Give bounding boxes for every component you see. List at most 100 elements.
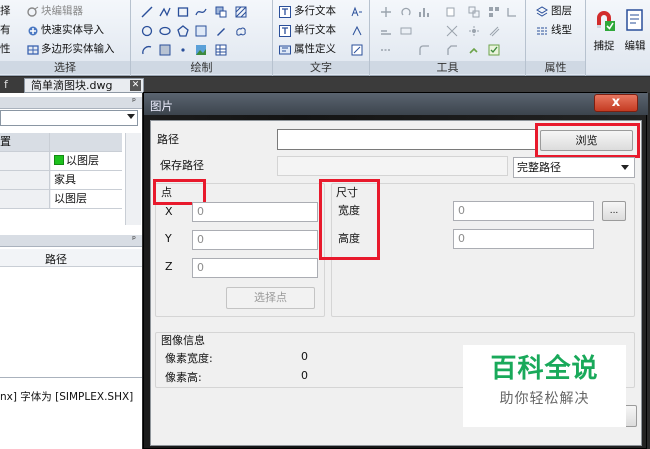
table-icon[interactable] — [215, 44, 227, 56]
gradient-icon[interactable] — [159, 44, 171, 56]
circle-icon[interactable] — [141, 25, 153, 37]
match-props-icon[interactable] — [468, 44, 480, 56]
property-label — [0, 152, 50, 170]
spline-icon[interactable] — [195, 6, 207, 18]
hatch-icon[interactable] — [235, 6, 247, 18]
pixel-height-value: 0 — [301, 369, 308, 382]
properties-scrollbar[interactable] — [125, 133, 141, 225]
ellipsis-button[interactable]: ... — [602, 201, 626, 221]
polygon-icon[interactable] — [177, 25, 189, 37]
height-input[interactable]: 0 — [453, 229, 594, 249]
quick-entity-import-button[interactable]: 快速实体导入 — [41, 24, 104, 37]
chart-icon[interactable] — [418, 6, 430, 18]
document-tab-active[interactable]: 简单滴图块.dwg ✕ — [24, 78, 144, 93]
linetype-button[interactable]: 线型 — [551, 24, 572, 37]
document-tab-label: 简单滴图块.dwg — [31, 79, 113, 92]
offset-icon[interactable] — [488, 25, 500, 37]
trim-icon[interactable] — [446, 25, 458, 37]
command-line[interactable]: nx] 字体为 [SIMPLEX.SHX] — [0, 377, 142, 449]
panel-draw: 绘制 — [131, 0, 273, 76]
save-path-input[interactable] — [277, 156, 508, 176]
ellipse-icon[interactable] — [159, 25, 171, 37]
mtext-icon — [279, 6, 291, 18]
x-input[interactable]: 0 — [192, 202, 318, 222]
xref-list-header: 路径 — [0, 249, 142, 267]
group-icon[interactable] — [488, 44, 500, 56]
property-value[interactable]: 以图层 — [51, 152, 122, 170]
polygon-entity-input-button[interactable]: 多边形实体输入 — [41, 43, 115, 56]
chamfer-icon[interactable] — [446, 44, 458, 56]
ribbon-item-3[interactable]: 性 — [0, 43, 11, 56]
point-icon[interactable] — [177, 44, 189, 56]
path-input[interactable] — [277, 129, 536, 150]
pixel-height-label: 像素高: — [165, 371, 202, 384]
save-path-mode-select[interactable]: 完整路径 — [513, 157, 635, 178]
block-editor-button[interactable]: 块编辑器 — [41, 5, 83, 18]
color-swatch — [54, 155, 64, 165]
panel-properties: 图层 线型 属性 — [526, 0, 586, 76]
single-text-button[interactable]: 单行文本 — [294, 24, 336, 37]
close-icon: x — [611, 95, 621, 110]
command-line-text: nx] 字体为 [SIMPLEX.SHX] — [0, 391, 134, 403]
measure-icon[interactable] — [380, 25, 392, 37]
property-row-color[interactable]: 以图层 — [0, 152, 122, 171]
y-input[interactable]: 0 — [192, 230, 318, 250]
revcloud-icon[interactable] — [235, 25, 247, 37]
quick-import-icon — [27, 25, 39, 37]
move-icon[interactable] — [380, 6, 392, 18]
text-edit-icon[interactable] — [351, 44, 363, 56]
fillet-icon[interactable] — [418, 44, 430, 56]
pin-icon[interactable]: ᵖ — [132, 235, 136, 245]
text-style-icon[interactable] — [351, 6, 363, 18]
region-icon[interactable] — [195, 25, 207, 37]
rectangle-icon[interactable] — [177, 6, 189, 18]
dialog-titlebar[interactable]: 图片 x — [144, 93, 648, 115]
image-icon[interactable] — [195, 44, 207, 56]
edit-button[interactable]: 编辑 — [621, 4, 649, 70]
object-type-select[interactable] — [0, 110, 138, 126]
scale-icon[interactable] — [468, 6, 480, 18]
snap-label: 捕捉 — [593, 40, 615, 52]
dialog-close-button[interactable]: x — [594, 94, 638, 112]
panel-title-text: 文字 — [273, 61, 369, 74]
explode-icon[interactable] — [468, 25, 480, 37]
panel-title-select: 选择 — [0, 61, 130, 74]
ribbon-item-1[interactable]: 择 — [0, 5, 11, 18]
layer-icon — [536, 6, 548, 18]
erase-icon[interactable] — [506, 6, 518, 18]
rotate-icon[interactable] — [400, 6, 412, 18]
edit-label: 编辑 — [624, 40, 646, 52]
document-tab-bar: f 简单滴图块.dwg ✕ — [0, 77, 650, 93]
close-icon[interactable]: ✕ — [130, 80, 141, 91]
z-label: Z — [165, 260, 173, 273]
width-input[interactable]: 0 — [453, 201, 594, 221]
arc-icon[interactable] — [141, 44, 153, 56]
property-value[interactable]: 家具 — [51, 171, 122, 189]
document-tab-previous[interactable]: f — [4, 78, 8, 93]
property-value[interactable]: 以图层 — [51, 190, 122, 208]
path-column-header[interactable]: 路径 — [45, 251, 67, 267]
text-find-icon[interactable] — [351, 25, 363, 37]
copy-icon[interactable] — [446, 6, 458, 18]
distance-icon[interactable] — [380, 44, 392, 56]
y-label: Y — [165, 232, 172, 245]
attribute-define-button[interactable]: 属性定义 — [294, 43, 336, 56]
ribbon-item-2[interactable]: 有 — [0, 24, 11, 37]
stretch-icon[interactable] — [400, 25, 412, 37]
property-row-layer[interactable]: 家具 — [0, 171, 122, 190]
layer-button[interactable]: 图层 — [551, 5, 572, 18]
pin-icon[interactable]: ᵖ — [132, 97, 136, 107]
property-row-linetype[interactable]: 以图层 — [0, 190, 122, 209]
mtext-button[interactable]: 多行文本 — [294, 5, 336, 18]
path-label: 路径 — [157, 133, 179, 146]
block-insert-icon[interactable] — [215, 6, 227, 18]
width-label: 宽度 — [338, 204, 360, 217]
pencil-icon[interactable] — [215, 25, 227, 37]
z-input[interactable]: 0 — [192, 258, 318, 278]
line-icon[interactable] — [141, 6, 153, 18]
polyline-icon[interactable] — [159, 6, 171, 18]
pixel-width-label: 像素宽度: — [165, 352, 213, 365]
array-icon[interactable] — [488, 6, 500, 18]
pick-point-button[interactable]: 选择点 — [226, 287, 315, 309]
snap-button[interactable]: 捕捉 — [590, 4, 618, 70]
